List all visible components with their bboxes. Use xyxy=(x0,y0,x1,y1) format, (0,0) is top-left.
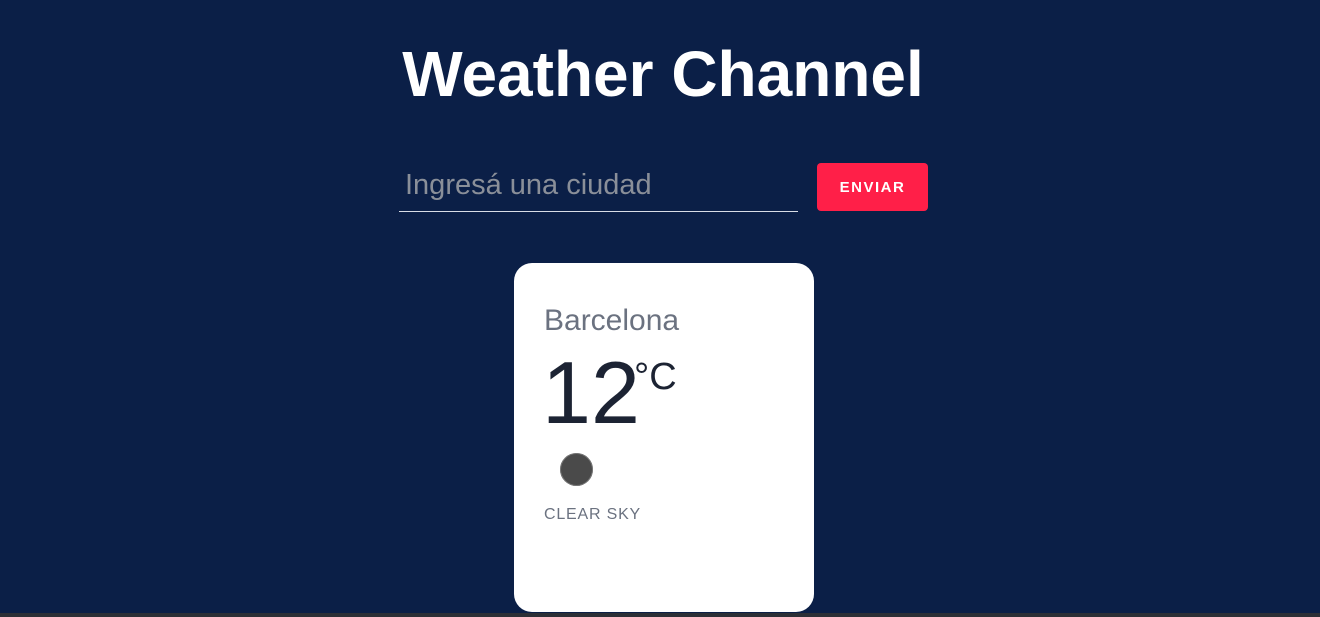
page-title: Weather Channel xyxy=(402,38,924,110)
bottom-edge xyxy=(0,613,1320,617)
city-search-input[interactable] xyxy=(399,160,798,212)
weather-card: Barcelona 12 °C CLEAR SKY xyxy=(514,263,814,612)
weather-condition: CLEAR SKY xyxy=(544,506,642,523)
temperature-unit: °C xyxy=(634,356,677,398)
city-name: Barcelona xyxy=(544,304,680,337)
weather-icon xyxy=(560,453,593,486)
temperature-value: 12 xyxy=(542,343,640,442)
submit-button[interactable]: ENVIAR xyxy=(817,163,928,211)
search-form: ENVIAR xyxy=(399,160,929,216)
